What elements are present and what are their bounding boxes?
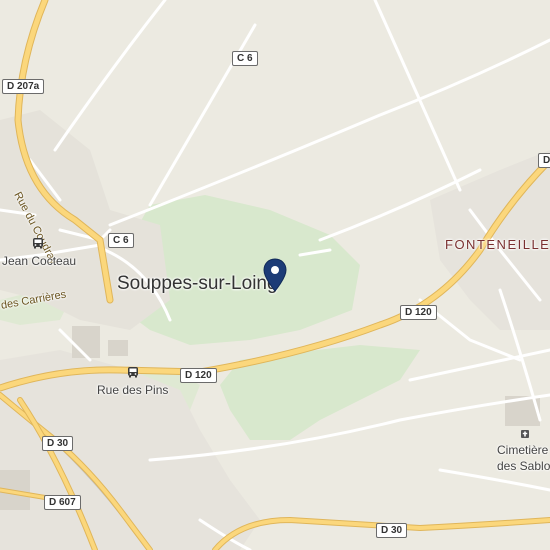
road-shield-d120: D 120 [400, 305, 437, 320]
road-shield-d30: D 30 [42, 436, 74, 451]
bus-stop-icon[interactable] [32, 237, 44, 249]
road-shield-d120: D 120 [180, 368, 217, 383]
bus-stop-icon[interactable] [127, 366, 139, 378]
bus-stop-label[interactable]: Rue des Pins [97, 383, 168, 397]
road-shield-d607: D 607 [44, 495, 81, 510]
road-shield-d207a: D 207a [2, 79, 45, 94]
map-canvas[interactable]: D 207a C 6 C 6 D 120 D 120 D 30 D 607 D … [0, 0, 550, 550]
bus-stop-label[interactable]: Jean Cocteau [2, 254, 76, 268]
cemetery-icon[interactable] [519, 427, 531, 439]
village-label[interactable]: FONTENEILLES [445, 237, 550, 252]
road-shield-c6: C 6 [108, 233, 134, 248]
town-label[interactable]: Souppes-sur-Loing [117, 273, 278, 295]
cemetery-label[interactable]: des Sablon [497, 459, 550, 473]
road-shield-c6: C 6 [232, 51, 258, 66]
location-pin-icon[interactable] [263, 258, 287, 292]
cemetery-label[interactable]: Cimetière [497, 443, 548, 457]
road-shield-d30: D 30 [376, 523, 408, 538]
road-shield-d: D [538, 153, 550, 168]
